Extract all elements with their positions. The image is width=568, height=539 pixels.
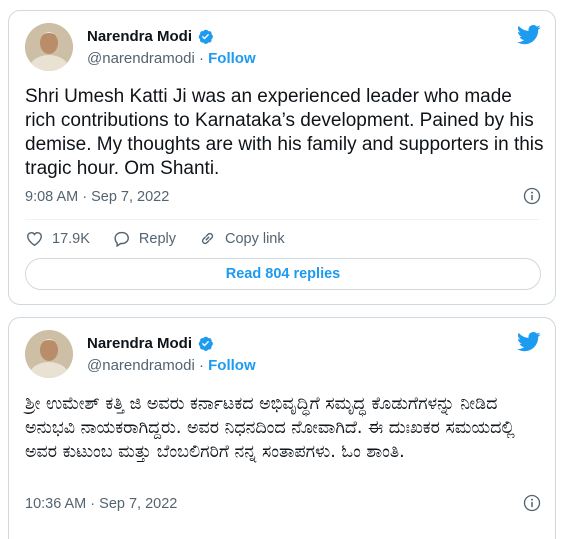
author-handle[interactable]: @narendramodi [87, 357, 195, 374]
verified-badge-icon [198, 336, 213, 351]
link-icon [201, 232, 214, 245]
tweet-timestamp[interactable]: 9:08 AM · Sep 7, 2022 [25, 189, 169, 205]
author-handle[interactable]: @narendramodi [87, 50, 195, 67]
author-handle-line: @narendramodi · Follow [87, 357, 256, 374]
info-icon[interactable] [523, 494, 541, 512]
twitter-bird-icon[interactable] [517, 25, 541, 45]
tweet-text: ಶ್ರೀ ಉಮೇಶ್ ಕತ್ತಿ ಜಿ ಅವರು ಕರ್ನಾಟಕದ ಅಭಿವೃದ… [25, 394, 515, 462]
author-name-text: Narendra Modi [87, 335, 193, 352]
author-name[interactable]: Narendra Modi [87, 28, 214, 45]
avatar-image [25, 330, 73, 378]
dot-separator: · [198, 357, 209, 374]
divider [25, 219, 539, 220]
tweet-timestamp[interactable]: 10:36 AM · Sep 7, 2022 [25, 496, 177, 512]
reply-icon [114, 231, 129, 248]
tweet-card-english[interactable]: Narendra Modi @narendramodi · Follow Shr… [8, 10, 556, 305]
follow-button[interactable]: Follow [208, 357, 256, 374]
dot-separator: · [198, 50, 209, 67]
tweet-card-kannada[interactable]: Narendra Modi @narendramodi · Follow ಶ್ರ… [8, 317, 556, 539]
read-replies-button[interactable]: Read 804 replies [25, 258, 541, 290]
tweet-actions: 17.9K Reply Copy link [25, 229, 307, 248]
avatar[interactable] [25, 23, 73, 71]
heart-icon [27, 232, 42, 247]
info-icon[interactable] [523, 187, 541, 205]
avatar[interactable] [25, 330, 73, 378]
reply-label: Reply [138, 230, 176, 247]
copy-link-label: Copy link [224, 230, 285, 247]
follow-button[interactable]: Follow [208, 50, 256, 67]
author-name[interactable]: Narendra Modi [87, 335, 214, 352]
author-handle-line: @narendramodi · Follow [87, 50, 256, 67]
tweet-text: Shri Umesh Katti Ji was an experienced l… [25, 86, 544, 179]
like-count: 17.9K [52, 230, 90, 247]
twitter-bird-icon[interactable] [517, 332, 541, 352]
verified-badge-icon [198, 29, 213, 44]
like-button[interactable]: 17.9K [25, 229, 90, 248]
avatar-image [25, 23, 73, 71]
copy-link-button[interactable]: Copy link [198, 229, 285, 248]
author-name-text: Narendra Modi [87, 28, 193, 45]
reply-button[interactable]: Reply [112, 229, 176, 248]
